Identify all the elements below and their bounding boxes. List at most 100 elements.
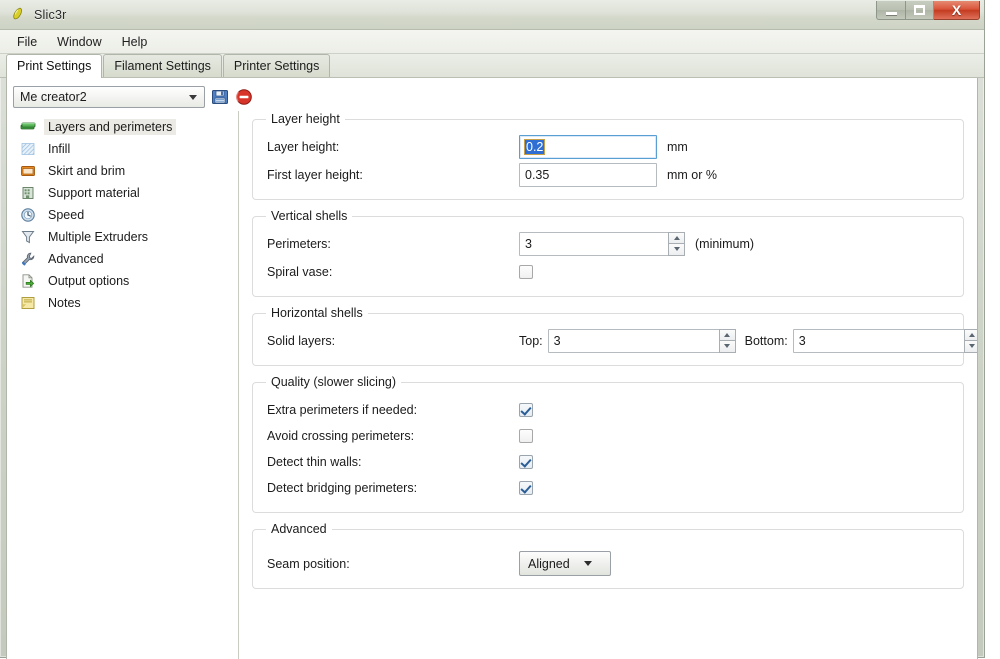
row-perimeters: Perimeters: 3 xyxy=(267,231,949,256)
sidebar-item-skirt-and-brim[interactable]: Skirt and brim xyxy=(7,160,238,182)
group-advanced: Advanced Seam position: Aligned xyxy=(252,529,964,589)
sidebar-item-label: Infill xyxy=(44,141,74,157)
sidebar-item-label: Notes xyxy=(44,295,85,311)
speed-icon xyxy=(20,207,36,223)
solid-layers-bottom-value: 3 xyxy=(799,334,806,348)
perimeters-value: 3 xyxy=(525,237,532,251)
solid-layers-top-value: 3 xyxy=(554,334,561,348)
row-seam-position: Seam position: Aligned xyxy=(267,551,949,576)
group-legend: Horizontal shells xyxy=(266,306,368,320)
title-bar[interactable]: Slic3r X xyxy=(0,0,984,30)
row-layer-height: Layer height: 0.2 mm xyxy=(267,134,949,159)
layers-icon xyxy=(20,119,36,135)
wrench-icon xyxy=(20,251,36,267)
chevron-down-icon xyxy=(674,247,680,251)
sidebar-item-speed[interactable]: Speed xyxy=(7,204,238,226)
row-first-layer-height: First layer height: 0.35 mm or % xyxy=(267,162,949,187)
bottom-spin-down[interactable] xyxy=(964,341,977,353)
close-button[interactable]: X xyxy=(934,1,980,20)
layer-height-input[interactable]: 0.2 xyxy=(519,135,657,159)
solid-layers-label: Solid layers: xyxy=(267,334,519,348)
notes-icon xyxy=(20,295,36,311)
sidebar-item-label: Advanced xyxy=(44,251,108,267)
chevron-down-icon xyxy=(724,344,730,348)
seam-position-dropdown[interactable]: Aligned xyxy=(519,551,611,576)
menu-help[interactable]: Help xyxy=(113,32,157,52)
top-spin-buttons xyxy=(719,329,736,353)
sidebar-item-layers-and-perimeters[interactable]: Layers and perimeters xyxy=(7,116,238,138)
first-layer-height-unit: mm or % xyxy=(667,168,717,182)
tab-print-settings[interactable]: Print Settings xyxy=(6,54,102,78)
solid-layers-top-label: Top: xyxy=(519,334,543,348)
perimeters-spin-down[interactable] xyxy=(668,244,685,256)
sidebar-item-label: Output options xyxy=(44,273,133,289)
row-spiral-vase: Spiral vase: xyxy=(267,259,949,284)
detect-bridging-perimeters-checkbox[interactable] xyxy=(519,481,533,495)
group-legend: Advanced xyxy=(266,522,332,536)
sidebar-item-advanced[interactable]: Advanced xyxy=(7,248,238,270)
group-legend: Layer height xyxy=(266,112,345,126)
group-layer-height: Layer height Layer height: 0.2 mm First … xyxy=(252,119,964,200)
chevron-down-icon xyxy=(189,95,197,100)
sidebar-item-notes[interactable]: Notes xyxy=(7,292,238,314)
sidebar-item-output-options[interactable]: Output options xyxy=(7,270,238,292)
spiral-vase-checkbox[interactable] xyxy=(519,265,533,279)
top-spin-down[interactable] xyxy=(719,341,736,353)
sidebar-item-support-material[interactable]: Support material xyxy=(7,182,238,204)
perimeters-spin-buttons xyxy=(668,232,685,256)
chevron-up-icon xyxy=(724,333,730,337)
maximize-button[interactable] xyxy=(905,1,934,20)
layer-height-unit: mm xyxy=(667,140,688,154)
group-quality: Quality (slower slicing) Extra perimeter… xyxy=(252,382,964,513)
group-legend: Vertical shells xyxy=(266,209,352,223)
output-icon xyxy=(20,273,36,289)
perimeters-spin-up[interactable] xyxy=(668,232,685,245)
extra-perimeters-label: Extra perimeters if needed: xyxy=(267,403,519,417)
content-area: Me creator2 xyxy=(6,78,978,659)
preset-dropdown[interactable]: Me creator2 xyxy=(13,86,205,108)
minimize-button[interactable] xyxy=(876,1,905,20)
settings-body: Layers and perimeters xyxy=(7,111,977,659)
sidebar-item-multiple-extruders[interactable]: Multiple Extruders xyxy=(7,226,238,248)
detect-thin-walls-checkbox[interactable] xyxy=(519,455,533,469)
perimeters-unit: (minimum) xyxy=(695,237,754,251)
slic3r-icon xyxy=(9,7,25,23)
tab-printer-settings[interactable]: Printer Settings xyxy=(223,54,330,77)
solid-layers-bottom-input[interactable]: 3 xyxy=(793,329,965,353)
skirt-icon xyxy=(20,163,36,179)
sidebar-item-infill[interactable]: Infill xyxy=(7,138,238,160)
first-layer-height-label: First layer height: xyxy=(267,168,519,182)
first-layer-height-input[interactable]: 0.35 xyxy=(519,163,657,187)
layer-height-value: 0.2 xyxy=(525,140,544,154)
group-legend: Quality (slower slicing) xyxy=(266,375,401,389)
chevron-down-icon xyxy=(969,344,975,348)
tab-filament-settings[interactable]: Filament Settings xyxy=(103,54,222,77)
window-controls: X xyxy=(876,1,980,20)
menu-window[interactable]: Window xyxy=(48,32,110,52)
bottom-spin-up[interactable] xyxy=(964,329,977,342)
perimeters-input[interactable]: 3 xyxy=(519,232,669,256)
solid-layers-bottom-stepper[interactable]: 3 xyxy=(793,329,977,353)
avoid-crossing-perimeters-checkbox[interactable] xyxy=(519,429,533,443)
sidebar-item-label: Skirt and brim xyxy=(44,163,129,179)
minimize-icon xyxy=(886,12,897,15)
solid-layers-top-input[interactable]: 3 xyxy=(548,329,720,353)
bottom-spin-buttons xyxy=(964,329,977,353)
row-extra-perimeters: Extra perimeters if needed: xyxy=(267,397,949,422)
group-horizontal-shells: Horizontal shells Solid layers: Top: 3 xyxy=(252,313,964,366)
seam-position-value: Aligned xyxy=(528,557,570,571)
sidebar-item-label: Support material xyxy=(44,185,144,201)
perimeters-stepper[interactable]: 3 xyxy=(519,232,685,256)
top-spin-up[interactable] xyxy=(719,329,736,342)
chevron-up-icon xyxy=(969,333,975,337)
delete-circle-icon[interactable] xyxy=(235,88,253,106)
extra-perimeters-checkbox[interactable] xyxy=(519,403,533,417)
menu-file[interactable]: File xyxy=(8,32,46,52)
floppy-save-icon[interactable] xyxy=(211,88,229,106)
chevron-down-icon xyxy=(584,561,592,566)
preset-toolbar: Me creator2 xyxy=(7,78,977,111)
extruder-icon xyxy=(20,229,36,245)
solid-layers-top-stepper[interactable]: 3 xyxy=(548,329,736,353)
row-detect-bridging-perimeters: Detect bridging perimeters: xyxy=(267,475,949,500)
sidebar-item-label: Multiple Extruders xyxy=(44,229,152,245)
